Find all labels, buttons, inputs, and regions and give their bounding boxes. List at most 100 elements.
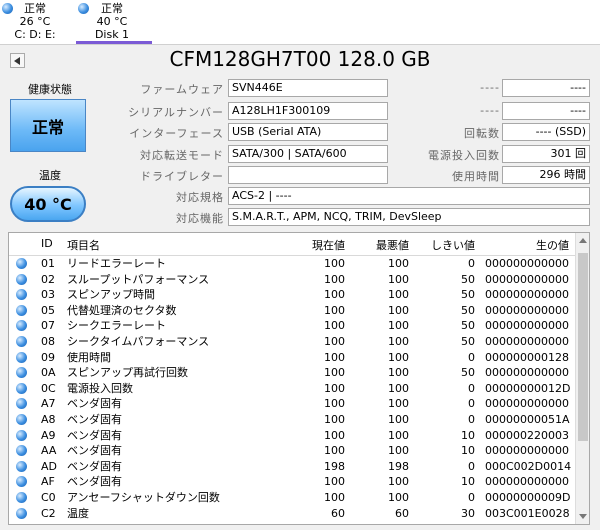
cell-worst: 100: [388, 288, 409, 302]
disk-tab-temp: 40 °C: [96, 15, 128, 28]
table-row[interactable]: AA ベンダ固有 100 100 10 000000000000: [9, 443, 575, 459]
scroll-up-icon[interactable]: [579, 238, 587, 243]
cell-threshold: 10: [461, 444, 475, 458]
cell-worst: 100: [388, 257, 409, 270]
cell-name: ベンダ固有: [67, 397, 122, 411]
health-label: 健康状態: [28, 83, 72, 96]
header-id[interactable]: ID: [41, 237, 53, 250]
status-good-icon: [16, 336, 27, 347]
table-row[interactable]: 07 シークエラーレート 100 100 50 000000000000: [9, 318, 575, 334]
cell-threshold: 0: [468, 491, 475, 504]
table-row[interactable]: 05 代替処理済のセクタ数 100 100 50 000000000000: [9, 303, 575, 319]
cell-worst: 100: [388, 350, 409, 364]
serial-label: シリアルナンバー: [128, 106, 224, 119]
scroll-down-icon[interactable]: [579, 514, 587, 519]
cell-name: スピンアップ再試行回数: [67, 366, 188, 380]
table-row[interactable]: 01 リードエラーレート 100 100 0 000000000000: [9, 256, 575, 272]
cell-id: 07: [41, 319, 55, 333]
cell-raw: 00000000012D: [485, 381, 571, 395]
cell-id: 0A: [41, 366, 56, 380]
table-row[interactable]: 03 スピンアップ時間 100 100 50 000000000000: [9, 287, 575, 303]
table-row[interactable]: C2 温度 60 60 30 003C001E0028: [9, 506, 575, 522]
cell-threshold: 50: [461, 319, 475, 333]
status-good-icon: [16, 351, 27, 363]
cell-worst: 198: [388, 459, 409, 473]
cell-current: 100: [324, 319, 345, 333]
cell-id: 09: [41, 350, 55, 364]
table-row[interactable]: A7 ベンダ固有 100 100 0 000000000000: [9, 396, 575, 412]
cell-current: 100: [324, 350, 345, 364]
cell-raw: 000000000000: [485, 475, 569, 489]
cell-worst: 100: [388, 303, 409, 317]
cell-name: シークエラーレート: [67, 319, 166, 333]
cell-id: C0: [41, 491, 56, 504]
header-worst[interactable]: 最悪値: [351, 237, 409, 253]
temperature-button[interactable]: 40 °C: [10, 186, 86, 222]
table-scrollbar[interactable]: [575, 233, 589, 524]
table-row[interactable]: AD ベンダ固有 198 198 0 000C002D0014: [9, 459, 575, 475]
table-row[interactable]: 08 シークタイムパフォーマンス 100 100 50 000000000000: [9, 334, 575, 350]
drive-letter-value: [228, 166, 388, 184]
cell-name: スループットパフォーマンス: [67, 272, 210, 286]
cell-raw: 000000000000: [485, 319, 569, 333]
cell-name: 使用時間: [67, 350, 111, 364]
transfer-mode-label: 対応転送モード: [140, 149, 224, 162]
temperature-label: 温度: [39, 169, 61, 182]
cell-threshold: 50: [461, 288, 475, 302]
cell-worst: 100: [388, 475, 409, 489]
cell-current: 100: [324, 257, 345, 270]
cell-current: 100: [324, 397, 345, 411]
status-good-icon: [16, 320, 27, 332]
table-row[interactable]: 0A スピンアップ再試行回数 100 100 50 000000000000: [9, 365, 575, 381]
status-good-icon: [16, 273, 27, 285]
cell-worst: 60: [395, 506, 409, 520]
health-status-button[interactable]: 正常: [10, 99, 86, 152]
smart-table[interactable]: ID 項目名 現在値 最悪値 しきい値 生の値 01 リードエラーレート 100 10…: [8, 232, 590, 525]
cell-raw: 000000000000: [485, 444, 569, 458]
cell-threshold: 50: [461, 335, 475, 348]
header-raw[interactable]: 生の値: [485, 237, 569, 253]
status-good-icon: [16, 398, 27, 410]
table-row[interactable]: A8 ベンダ固有 100 100 0 00000000051A: [9, 412, 575, 428]
table-row[interactable]: 0C 電源投入回数 100 100 0 00000000012D: [9, 381, 575, 397]
table-row[interactable]: 02 スループットパフォーマンス 100 100 50 000000000000: [9, 272, 575, 288]
features-label: 対応機能: [176, 212, 224, 225]
cell-name: 電源投入回数: [67, 381, 133, 395]
cell-worst: 100: [388, 366, 409, 380]
disk-tab-strip: 正常 26 °C C: D: E: 正常 40 °C Disk 1: [0, 0, 600, 45]
scroll-thumb[interactable]: [578, 253, 588, 441]
smart-table-header: ID 項目名 現在値 最悪値 しきい値 生の値: [9, 233, 575, 256]
cell-threshold: 0: [468, 257, 475, 270]
status-good-icon: [16, 414, 27, 425]
serial-value: A128LH1F300109: [228, 102, 388, 120]
cell-raw: 000000000000: [485, 288, 569, 302]
status-good-icon: [16, 460, 27, 472]
disk-tab-temp: 26 °C: [19, 15, 51, 28]
cell-id: A9: [41, 428, 56, 442]
firmware-value: SVN446E: [228, 79, 388, 97]
cell-threshold: 0: [468, 413, 475, 426]
cell-id: AD: [41, 459, 57, 473]
table-row[interactable]: C0 アンセーフシャットダウン回数 100 100 0 00000000009D: [9, 490, 575, 506]
cell-name: 代替処理済のセクタ数: [67, 303, 177, 317]
cell-raw: 00000000009D: [485, 491, 571, 504]
table-row[interactable]: 09 使用時間 100 100 0 000000000128: [9, 350, 575, 366]
header-threshold[interactable]: しきい値: [419, 237, 475, 253]
header-current[interactable]: 現在値: [287, 237, 345, 253]
cell-name: ベンダ固有: [67, 475, 122, 489]
status-good-icon: [16, 445, 27, 457]
cell-threshold: 50: [461, 366, 475, 380]
cell-threshold: 10: [461, 428, 475, 442]
cell-id: A8: [41, 413, 56, 426]
table-row[interactable]: A9 ベンダ固有 100 100 10 000000220003: [9, 428, 575, 444]
cell-name: ベンダ固有: [67, 444, 122, 458]
cell-raw: 000000000000: [485, 335, 569, 348]
cell-worst: 100: [388, 428, 409, 442]
header-name[interactable]: 項目名: [67, 237, 100, 253]
disk-tab-cde[interactable]: 正常 26 °C C: D: E:: [0, 0, 70, 44]
disk-tab-disk1[interactable]: 正常 40 °C Disk 1: [72, 0, 152, 44]
cell-raw: 000000000128: [485, 350, 569, 364]
features-value: S.M.A.R.T., APM, NCQ, TRIM, DevSleep: [228, 208, 590, 226]
cell-id: AA: [41, 444, 57, 458]
table-row[interactable]: AF ベンダ固有 100 100 10 000000000000: [9, 474, 575, 490]
